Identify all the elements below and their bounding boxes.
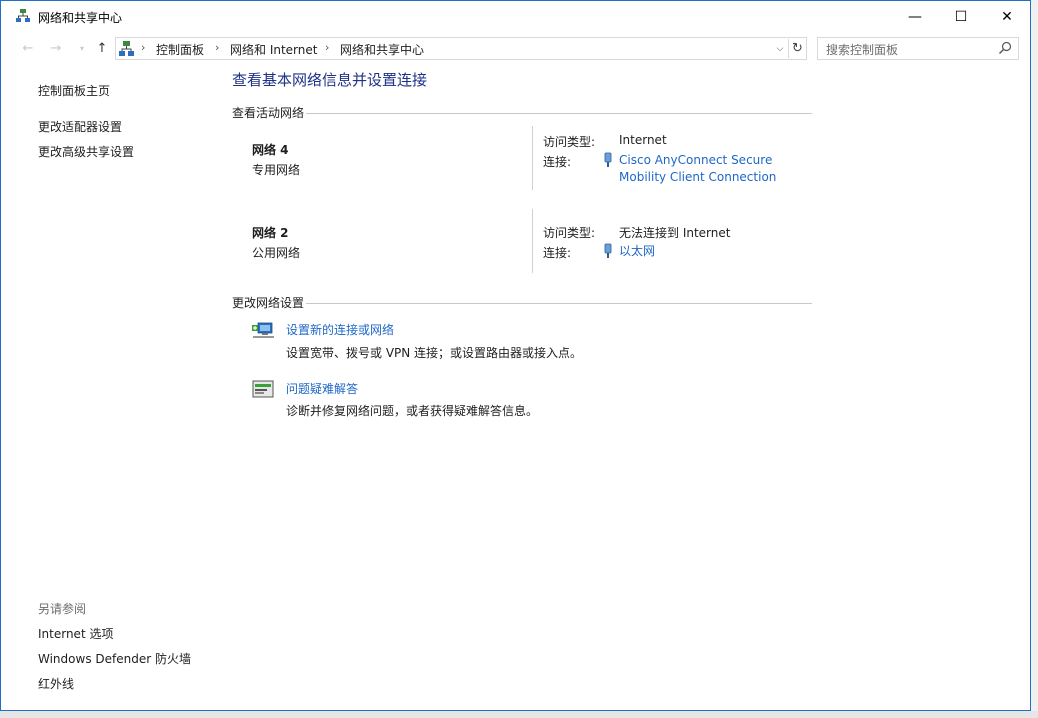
infrared-link[interactable]: 红外线 <box>38 675 74 692</box>
maximize-button[interactable]: ☐ <box>938 1 984 32</box>
recent-locations-button[interactable]: ▾ <box>73 40 91 56</box>
section-divider <box>306 113 812 114</box>
new-connection-icon <box>252 322 274 338</box>
access-type-label: 访问类型: <box>543 135 596 149</box>
left-task-pane: 控制面板主页 更改适配器设置 更改高级共享设置 另请参阅 Internet 选项… <box>1 64 221 709</box>
vpn-connection-link[interactable]: Cisco AnyConnect Secure <box>619 152 772 169</box>
vpn-connection-link-line2[interactable]: Mobility Client Connection <box>619 169 776 186</box>
network-name: 网络 4 <box>252 143 289 157</box>
access-type-value: Internet <box>619 133 667 147</box>
setup-new-connection-description: 设置宽带、拨号或 VPN 连接；或设置路由器或接入点。 <box>286 346 583 360</box>
network-sharing-center-window: 网络和共享中心 — ☐ ✕ ← → ▾ ↑ › 控制面板 › 网络和 Inter… <box>0 0 1031 711</box>
close-button[interactable]: ✕ <box>984 1 1030 32</box>
ethernet-adapter-icon <box>604 243 612 258</box>
active-networks-heading: 查看活动网络 <box>232 106 305 120</box>
ethernet-connection-link[interactable]: 以太网 <box>619 243 655 260</box>
title-bar[interactable]: 网络和共享中心 — ☐ ✕ <box>1 1 1030 32</box>
minimize-button[interactable]: — <box>892 1 938 32</box>
network-profile-type: 公用网络 <box>252 246 301 260</box>
setup-new-connection-link[interactable]: 设置新的连接或网络 <box>286 321 394 338</box>
breadcrumb-network-sharing-center[interactable]: 网络和共享中心 <box>340 41 424 58</box>
search-placeholder: 搜索控制面板 <box>826 43 899 57</box>
address-bar[interactable]: › 控制面板 › 网络和 Internet › 网络和共享中心 ⌵ ↻ <box>115 37 807 60</box>
forward-button[interactable]: → <box>47 40 65 56</box>
search-box[interactable]: 搜索控制面板 <box>817 37 1019 60</box>
troubleshoot-problems-link[interactable]: 问题疑难解答 <box>286 380 358 397</box>
network-divider <box>532 209 533 273</box>
network-profile-type: 专用网络 <box>252 163 301 177</box>
section-divider <box>306 303 812 304</box>
change-advanced-sharing-link[interactable]: 更改高级共享设置 <box>38 143 134 160</box>
network-name: 网络 2 <box>252 226 289 240</box>
connection-label: 连接: <box>543 155 572 169</box>
connection-label: 连接: <box>543 246 572 260</box>
back-button[interactable]: ← <box>19 40 37 56</box>
network-divider <box>532 126 533 190</box>
access-type-label: 访问类型: <box>543 226 596 240</box>
vpn-adapter-icon <box>604 152 612 167</box>
breadcrumb-control-panel[interactable]: 控制面板 <box>156 41 204 58</box>
breadcrumb-separator: › <box>325 41 330 54</box>
windows-defender-firewall-link[interactable]: Windows Defender 防火墙 <box>38 650 191 667</box>
breadcrumb-separator: › <box>215 41 220 54</box>
internet-options-link[interactable]: Internet 选项 <box>38 625 113 642</box>
address-history-dropdown[interactable]: ⌵ <box>772 40 788 57</box>
search-icon[interactable] <box>998 41 1012 55</box>
control-panel-icon <box>119 41 134 56</box>
control-panel-home-link[interactable]: 控制面板主页 <box>38 82 110 99</box>
window-title: 网络和共享中心 <box>38 11 123 25</box>
troubleshoot-description: 诊断并修复网络问题，或者获得疑难解答信息。 <box>286 404 539 418</box>
see-also-heading: 另请参阅 <box>38 602 87 616</box>
change-adapter-settings-link[interactable]: 更改适配器设置 <box>38 118 122 135</box>
change-network-settings-heading: 更改网络设置 <box>232 296 305 310</box>
page-title: 查看基本网络信息并设置连接 <box>232 71 428 89</box>
navigation-bar: ← → ▾ ↑ › 控制面板 › 网络和 Internet › 网络和共享中心 … <box>1 32 1030 64</box>
troubleshoot-icon <box>252 380 274 398</box>
up-button[interactable]: ↑ <box>93 40 111 56</box>
breadcrumb-separator: › <box>141 41 146 54</box>
network-center-app-icon <box>16 9 30 22</box>
breadcrumb-network-internet[interactable]: 网络和 Internet <box>230 41 317 58</box>
access-type-value: 无法连接到 Internet <box>619 226 731 240</box>
refresh-button[interactable]: ↻ <box>788 39 806 58</box>
